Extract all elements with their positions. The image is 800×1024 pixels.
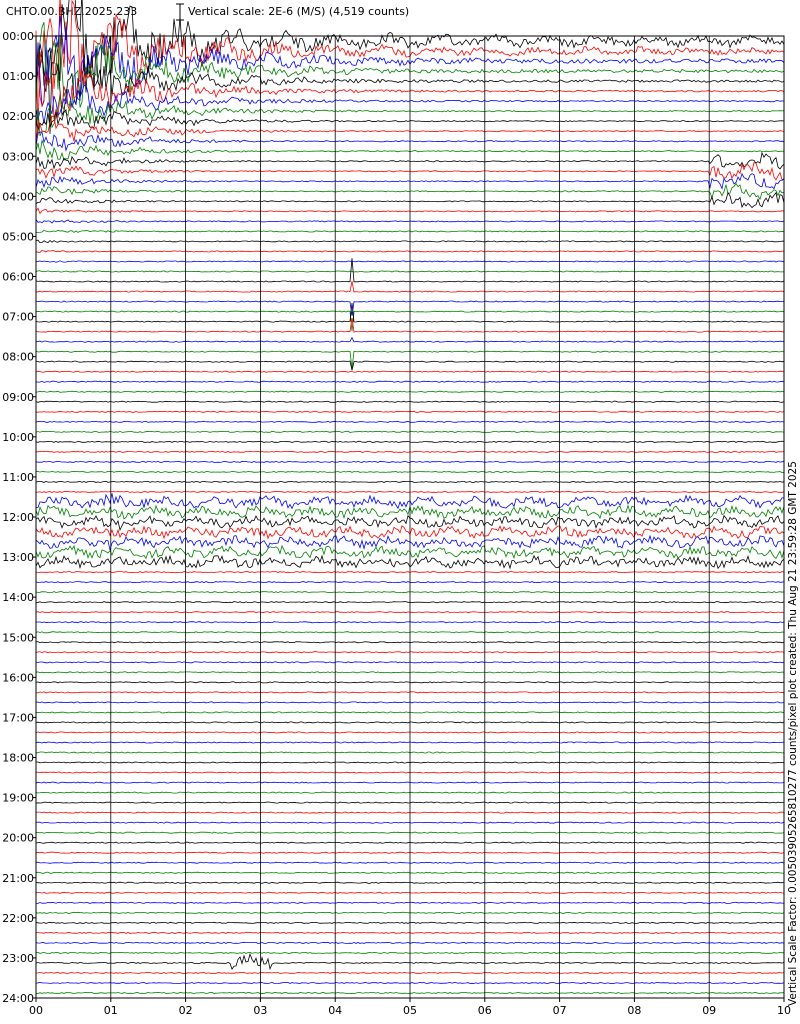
y-tick-label: 04:00 (2, 190, 34, 203)
y-tick-label: 10:00 (2, 431, 34, 444)
y-tick-label: 12:00 (2, 511, 34, 524)
y-tick-label: 09:00 (2, 391, 34, 404)
y-tick-label: 15:00 (2, 631, 34, 644)
y-tick-label: 08:00 (2, 351, 34, 364)
helicorder-plot: CHTO.00.BHZ.2025.233 Vertical scale: 2E-… (2, 0, 799, 1017)
x-tick-label: 00 (29, 1004, 43, 1017)
x-tick-label: 02 (179, 1004, 193, 1017)
x-tick-label: 10 (777, 1004, 791, 1017)
x-tick-labels: 00 01 02 03 04 05 06 07 08 09 10 (29, 998, 791, 1017)
x-tick-label: 03 (253, 1004, 267, 1017)
y-tick-label: 20:00 (2, 832, 34, 845)
y-tick-label: 22:00 (2, 912, 34, 925)
y-tick-label: 06:00 (2, 271, 34, 284)
y-tick-label: 17:00 (2, 711, 34, 724)
y-tick-label: 19:00 (2, 792, 34, 805)
y-tick-label: 00:00 (2, 30, 34, 43)
y-tick-labels: 00:00 01:00 02:00 03:00 04:00 05:00 06:00 07:00… (2, 30, 36, 1005)
y-tick-label: 07:00 (2, 311, 34, 324)
y-tick-label: 13:00 (2, 551, 34, 564)
x-tick-label: 07 (553, 1004, 567, 1017)
y-tick-label: 02:00 (2, 110, 34, 123)
x-tick-label: 01 (104, 1004, 118, 1017)
x-tick-label: 08 (627, 1004, 641, 1017)
x-tick-label: 04 (328, 1004, 342, 1017)
y-tick-label: 03:00 (2, 150, 34, 163)
y-tick-label: 11:00 (2, 471, 34, 484)
y-tick-label: 18:00 (2, 752, 34, 765)
x-tick-label: 05 (403, 1004, 417, 1017)
y-tick-label: 23:00 (2, 952, 34, 965)
y-tick-label: 14:00 (2, 591, 34, 604)
x-tick-label: 06 (478, 1004, 492, 1017)
y-tick-label: 16:00 (2, 671, 34, 684)
y-tick-label: 01:00 (2, 70, 34, 83)
side-label: Vertical Scale Factor: 0.005039052658102… (787, 461, 799, 1006)
x-tick-label: 09 (702, 1004, 716, 1017)
y-tick-label: 05:00 (2, 230, 34, 243)
y-tick-label: 21:00 (2, 872, 34, 885)
vertical-scale-label: Vertical scale: 2E-6 (M/S) (4,519 counts… (188, 5, 409, 18)
